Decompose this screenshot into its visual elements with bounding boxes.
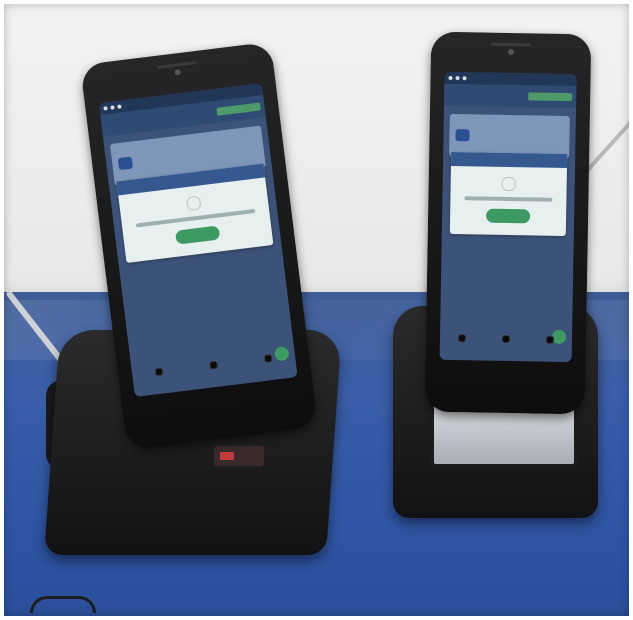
navigation-bar <box>440 334 572 344</box>
home-button[interactable] <box>501 334 511 344</box>
status-icon <box>110 105 115 110</box>
confirmation-dialog <box>449 151 568 237</box>
right-handheld-phone <box>424 31 592 415</box>
front-camera <box>507 48 515 56</box>
front-camera <box>174 68 182 76</box>
status-icon <box>462 76 467 81</box>
dialog-message-line <box>464 196 553 202</box>
status-icon <box>448 75 453 81</box>
back-button[interactable] <box>457 334 467 343</box>
left-cradle-brand-label <box>214 446 264 466</box>
home-button[interactable] <box>209 360 219 370</box>
dialog-status-icon <box>185 195 202 212</box>
recents-button[interactable] <box>545 335 555 344</box>
dialog-body <box>450 166 567 236</box>
black-cable-bottom <box>30 596 96 613</box>
speaker-grille <box>491 42 532 47</box>
dialog-message-line <box>135 208 256 228</box>
recents-button[interactable] <box>263 353 273 363</box>
dialog-status-icon <box>501 176 516 192</box>
dialog-ok-button[interactable] <box>174 225 221 245</box>
navigation-bar <box>132 351 296 379</box>
status-icon <box>117 104 122 109</box>
status-icon <box>103 106 108 111</box>
dialog-ok-button[interactable] <box>486 208 531 224</box>
app-header <box>444 83 577 109</box>
app-header-tab[interactable] <box>216 102 261 116</box>
right-phone-screen <box>439 71 577 363</box>
photo-scene <box>0 0 633 620</box>
left-phone-screen <box>98 83 298 397</box>
speaker-grille <box>156 60 197 69</box>
app-logo-icon <box>455 129 470 142</box>
cable-right <box>585 117 633 173</box>
app-logo-icon <box>117 156 134 171</box>
confirmation-dialog <box>116 163 274 263</box>
back-button[interactable] <box>154 367 164 377</box>
app-header-tab[interactable] <box>528 92 573 102</box>
status-icon <box>455 76 460 81</box>
